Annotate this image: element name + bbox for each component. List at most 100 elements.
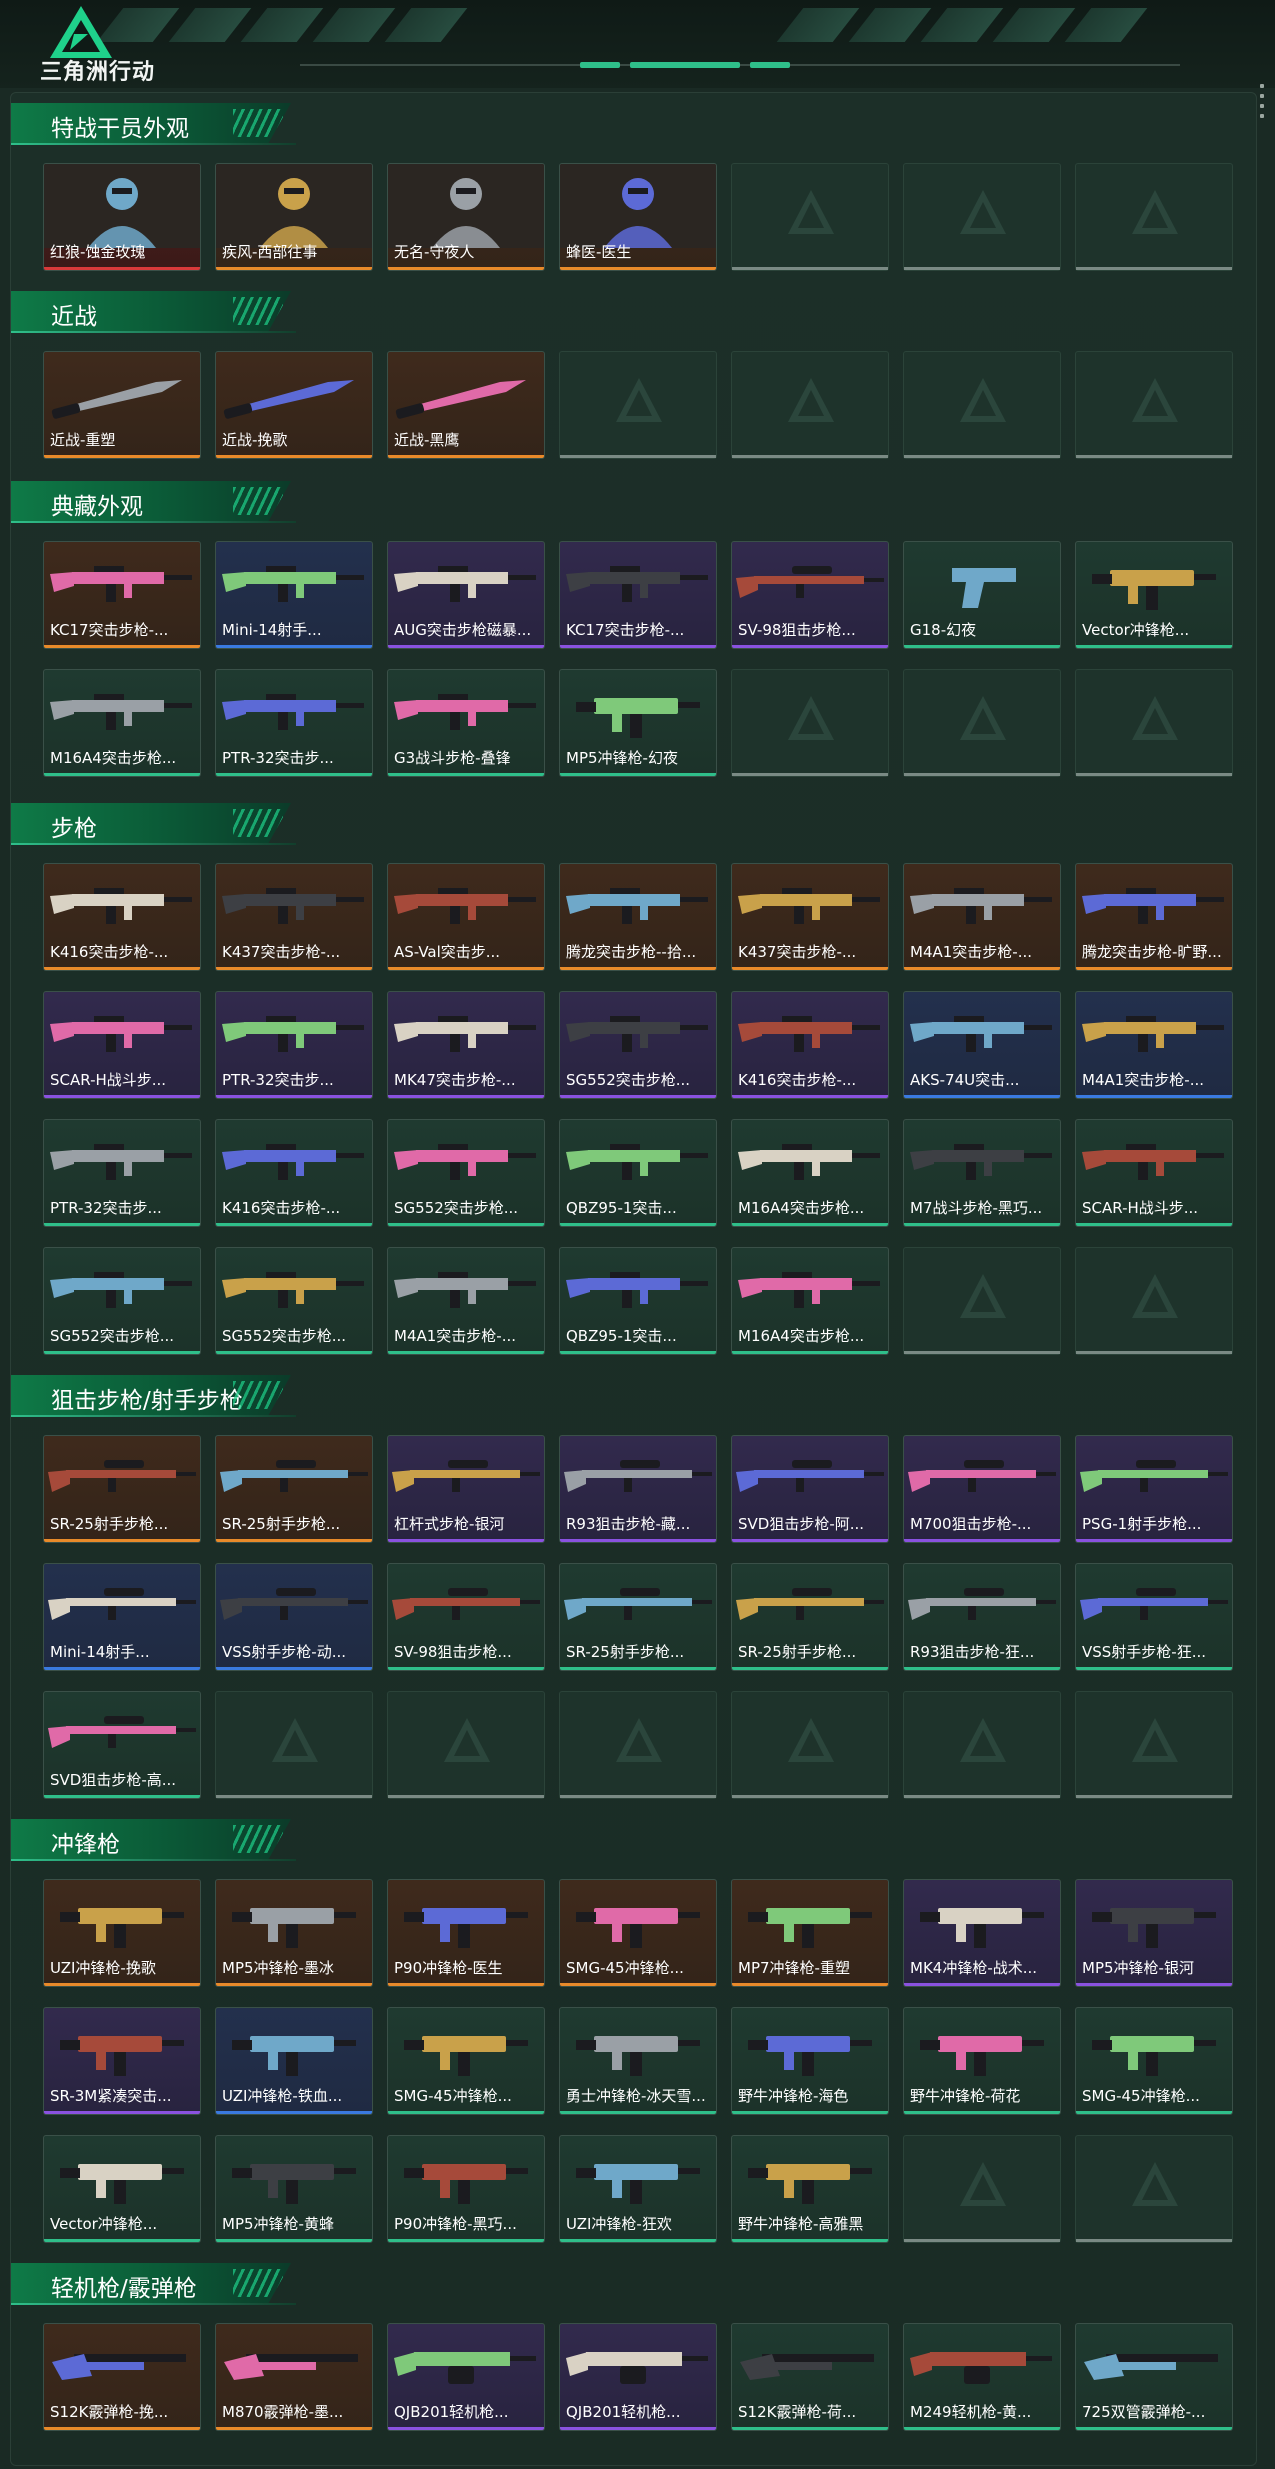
skin-tile[interactable]: 野牛冲锋枪-海色: [731, 2007, 889, 2115]
rarity-bar: [1076, 967, 1232, 970]
skin-tile[interactable]: S12K霰弹枪-荷...: [731, 2323, 889, 2431]
skin-tile[interactable]: UZI冲锋枪-狂欢: [559, 2135, 717, 2243]
skin-tile[interactable]: K437突击步枪-...: [215, 863, 373, 971]
skin-tile[interactable]: QBZ95-1突击...: [559, 1247, 717, 1355]
skin-tile[interactable]: MP5冲锋枪-银河: [1075, 1879, 1233, 1987]
skin-tile[interactable]: M4A1突击步枪-...: [903, 863, 1061, 971]
skin-tile[interactable]: SMG-45冲锋枪...: [559, 1879, 717, 1987]
skin-tile[interactable]: P90冲锋枪-黑巧...: [387, 2135, 545, 2243]
empty-slot: [1075, 351, 1233, 459]
skin-tile[interactable]: Vector冲锋枪...: [43, 2135, 201, 2243]
skin-tile[interactable]: SG552突击步枪...: [387, 1119, 545, 1227]
skin-tile[interactable]: M16A4突击步枪...: [731, 1247, 889, 1355]
skin-tile[interactable]: QBZ95-1突击...: [559, 1119, 717, 1227]
skin-tile[interactable]: 腾龙突击步枪-旷野...: [1075, 863, 1233, 971]
skin-tile[interactable]: Mini-14射手...: [43, 1563, 201, 1671]
skin-tile[interactable]: SR-25射手步枪...: [559, 1563, 717, 1671]
skin-tile[interactable]: 杠杆式步枪-银河: [387, 1435, 545, 1543]
skin-tile[interactable]: SV-98狙击步枪...: [387, 1563, 545, 1671]
skin-tile[interactable]: M16A4突击步枪...: [43, 669, 201, 777]
skin-tile[interactable]: MP5冲锋枪-幻夜: [559, 669, 717, 777]
skin-tile[interactable]: PTR-32突击步...: [215, 991, 373, 1099]
skin-tile[interactable]: G18-幻夜: [903, 541, 1061, 649]
skin-tile[interactable]: P90冲锋枪-医生: [387, 1879, 545, 1987]
skin-tile[interactable]: PTR-32突击步...: [215, 669, 373, 777]
skin-name: SMG-45冲锋枪...: [566, 1959, 684, 1977]
skin-name: PSG-1射手步枪...: [1082, 1515, 1202, 1533]
skin-name: 近战-挽歌: [222, 431, 288, 449]
skin-tile[interactable]: SR-25射手步枪...: [215, 1435, 373, 1543]
skin-tile[interactable]: SR-25射手步枪...: [731, 1563, 889, 1671]
skin-tile[interactable]: M4A1突击步枪-...: [387, 1247, 545, 1355]
skin-tile[interactable]: PSG-1射手步枪...: [1075, 1435, 1233, 1543]
skin-tile[interactable]: MK4冲锋枪-战术...: [903, 1879, 1061, 1987]
empty-slot: [1075, 1247, 1233, 1355]
skin-tile[interactable]: SG552突击步枪...: [559, 991, 717, 1099]
skin-tile[interactable]: AS-Val突击步...: [387, 863, 545, 971]
skin-tile[interactable]: 近战-挽歌: [215, 351, 373, 459]
skin-tile[interactable]: K416突击步枪-...: [43, 863, 201, 971]
skin-tile[interactable]: SCAR-H战斗步...: [1075, 1119, 1233, 1227]
skin-tile[interactable]: SR-25射手步枪...: [43, 1435, 201, 1543]
skin-tile[interactable]: 近战-重塑: [43, 351, 201, 459]
scroll-indicator[interactable]: [1260, 84, 1266, 154]
sniper-rifle-icon: [48, 1716, 196, 1748]
skin-tile[interactable]: SMG-45冲锋枪...: [387, 2007, 545, 2115]
skin-tile[interactable]: Mini-14射手...: [215, 541, 373, 649]
skin-tile[interactable]: UZI冲锋枪-铁血...: [215, 2007, 373, 2115]
skin-tile[interactable]: SCAR-H战斗步...: [43, 991, 201, 1099]
skin-tile[interactable]: K416突击步枪-...: [731, 991, 889, 1099]
section-header: 步枪: [11, 803, 291, 843]
skin-tile[interactable]: 近战-黑鹰: [387, 351, 545, 459]
skin-tile[interactable]: 蜂医-医生: [559, 163, 717, 271]
skin-tile[interactable]: AKS-74U突击...: [903, 991, 1061, 1099]
skin-tile[interactable]: QJB201轻机枪...: [387, 2323, 545, 2431]
rarity-bar: [560, 267, 716, 270]
skin-tile[interactable]: 勇士冲锋枪-冰天雪...: [559, 2007, 717, 2115]
skin-tile[interactable]: R93狙击步枪-狂...: [903, 1563, 1061, 1671]
skin-tile[interactable]: VSS射手步枪-狂...: [1075, 1563, 1233, 1671]
skin-tile[interactable]: M249轻机枪-黄...: [903, 2323, 1061, 2431]
skin-tile[interactable]: M870霰弹枪-墨...: [215, 2323, 373, 2431]
skin-tile[interactable]: 红狼-蚀金玫瑰: [43, 163, 201, 271]
skin-tile[interactable]: M700狙击步枪-...: [903, 1435, 1061, 1543]
skin-tile[interactable]: G3战斗步枪-叠锋: [387, 669, 545, 777]
skin-tile[interactable]: S12K霰弹枪-挽...: [43, 2323, 201, 2431]
rarity-bar: [388, 267, 544, 270]
rarity-bar: [44, 1795, 200, 1798]
skin-tile[interactable]: QJB201轻机枪...: [559, 2323, 717, 2431]
skin-tile[interactable]: MP5冲锋枪-黄蜂: [215, 2135, 373, 2243]
skin-tile[interactable]: M4A1突击步枪-...: [1075, 991, 1233, 1099]
skin-tile[interactable]: K416突击步枪-...: [215, 1119, 373, 1227]
skin-tile[interactable]: MP5冲锋枪-墨冰: [215, 1879, 373, 1987]
skin-tile[interactable]: AUG突击步枪磁暴...: [387, 541, 545, 649]
skin-tile[interactable]: SVD狙击步枪-阿...: [731, 1435, 889, 1543]
skin-tile[interactable]: 野牛冲锋枪-高雅黑: [731, 2135, 889, 2243]
skin-tile[interactable]: SMG-45冲锋枪...: [1075, 2007, 1233, 2115]
skin-tile[interactable]: SV-98狙击步枪...: [731, 541, 889, 649]
skin-tile[interactable]: 野牛冲锋枪-荷花: [903, 2007, 1061, 2115]
skin-tile[interactable]: 腾龙突击步枪--拾...: [559, 863, 717, 971]
skin-tile[interactable]: KC17突击步枪-...: [43, 541, 201, 649]
skin-tile[interactable]: M7战斗步枪-黑巧...: [903, 1119, 1061, 1227]
skin-tile[interactable]: M16A4突击步枪...: [731, 1119, 889, 1227]
skin-tile[interactable]: PTR-32突击步...: [43, 1119, 201, 1227]
skin-tile[interactable]: 无名-守夜人: [387, 163, 545, 271]
skin-tile[interactable]: VSS射手步枪-动...: [215, 1563, 373, 1671]
skin-tile[interactable]: MP7冲锋枪-重塑: [731, 1879, 889, 1987]
skin-tile[interactable]: SG552突击步枪...: [43, 1247, 201, 1355]
skin-tile[interactable]: MK47突击步枪-...: [387, 991, 545, 1099]
skin-tile[interactable]: Vector冲锋枪...: [1075, 541, 1233, 649]
skin-name: UZI冲锋枪-狂欢: [566, 2215, 672, 2233]
skin-tile[interactable]: SG552突击步枪...: [215, 1247, 373, 1355]
smg-icon: [60, 2036, 184, 2076]
skin-tile[interactable]: 疾风-西部往事: [215, 163, 373, 271]
skin-tile[interactable]: KC17突击步枪-...: [559, 541, 717, 649]
skin-tile[interactable]: K437突击步枪-...: [731, 863, 889, 971]
section-title: 特战干员外观: [51, 116, 189, 142]
skin-tile[interactable]: SR-3M紧凑突击...: [43, 2007, 201, 2115]
skin-tile[interactable]: R93狙击步枪-藏...: [559, 1435, 717, 1543]
skin-tile[interactable]: 725双管霰弹枪-...: [1075, 2323, 1233, 2431]
skin-tile[interactable]: UZI冲锋枪-挽歌: [43, 1879, 201, 1987]
skin-tile[interactable]: SVD狙击步枪-高...: [43, 1691, 201, 1799]
